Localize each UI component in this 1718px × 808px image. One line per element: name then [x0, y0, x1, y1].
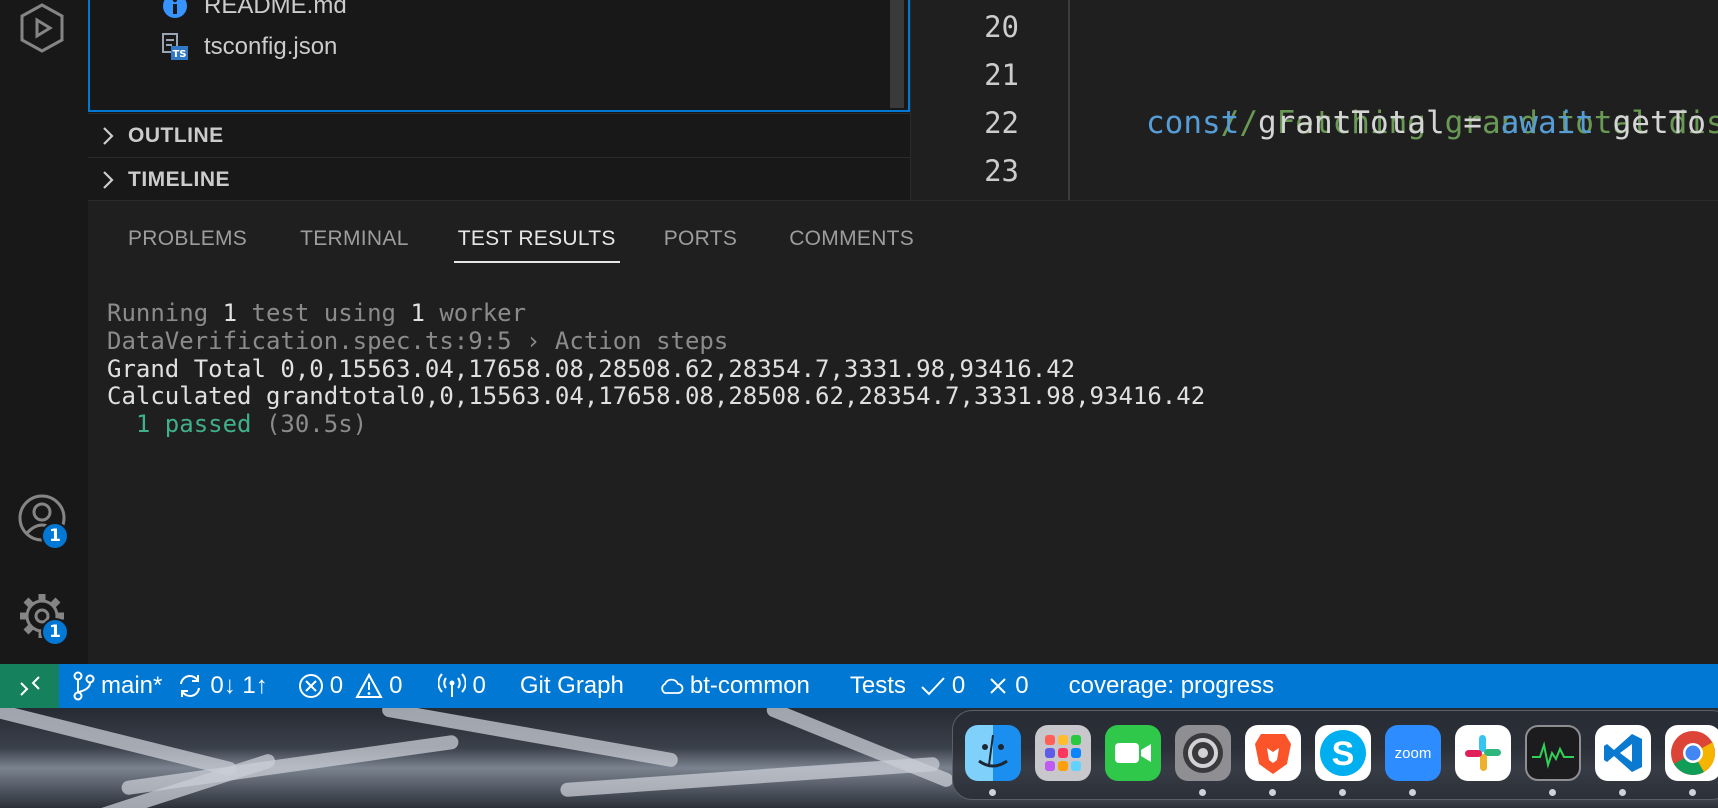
chevron-right-icon [88, 126, 128, 146]
git-graph-button[interactable]: Git Graph [520, 664, 624, 708]
activity-bar: 1 1 [0, 0, 88, 664]
facetime-icon[interactable] [1105, 725, 1161, 781]
zoom-label: zoom [1394, 744, 1432, 762]
tab-comments[interactable]: COMMENTS [785, 201, 918, 277]
line-number: 20 [984, 10, 1019, 44]
code-line-22[interactable]: const grantTotal = await getTo [1146, 99, 1706, 147]
tab-ports[interactable]: PORTS [660, 201, 741, 277]
macos-dock: S zoom [952, 710, 1718, 800]
file-name: tsconfig.json [204, 33, 338, 60]
passed-count: 1 passed [107, 410, 252, 438]
status-bar: main* 0↓ 1↑ 0 0 0 Git Graph bt-common Te… [0, 664, 1718, 708]
outline-label: OUTLINE [128, 123, 224, 147]
line-number: 21 [984, 58, 1019, 92]
line-number: 23 [984, 154, 1019, 188]
branch-name: main* [101, 672, 163, 699]
tab-terminal[interactable]: TERMINAL [296, 201, 413, 277]
tests-status[interactable]: Tests 0 0 [850, 664, 1029, 708]
ports-status[interactable]: 0 [438, 664, 486, 708]
cloud-icon [661, 678, 684, 694]
timeline-section-header[interactable]: TIMELINE [88, 157, 910, 201]
ports-count: 0 [472, 672, 486, 699]
svg-text:TS: TS [172, 49, 186, 60]
ts-config-icon: TS [160, 32, 190, 62]
accounts-icon[interactable]: 1 [14, 490, 70, 550]
output-text: worker [424, 299, 527, 327]
error-icon [298, 674, 323, 698]
remote-explorer-icon[interactable] [14, 0, 70, 56]
code-text: grantTotal = [1239, 105, 1501, 141]
sync-status[interactable]: 0↓ 1↑ [176, 664, 268, 708]
output-line: 1 passed (30.5s) [107, 410, 367, 438]
cloud-label: bt-common [689, 672, 810, 699]
system-settings-icon[interactable] [1175, 725, 1231, 781]
slack-icon[interactable] [1455, 725, 1511, 781]
zoom-icon[interactable]: zoom [1385, 725, 1441, 781]
activity-monitor-icon[interactable] [1525, 725, 1581, 781]
output-text: test using [237, 299, 411, 327]
finder-icon[interactable] [965, 725, 1021, 781]
outline-section-header[interactable]: OUTLINE [88, 113, 910, 157]
file-tree: README.md TS tsconfig.json [88, 0, 910, 112]
output-line: Grand Total 0,0,15563.04,17658.08,28508.… [107, 355, 1076, 383]
info-icon [160, 0, 190, 21]
broadcast-icon [438, 673, 467, 697]
code-keyword: await [1500, 105, 1594, 141]
output-line: Running 1 test using 1 worker [107, 299, 526, 327]
file-name: README.md [204, 0, 347, 19]
accounts-badge: 1 [41, 522, 69, 550]
line-number: 22 [984, 106, 1019, 140]
warning-icon [355, 673, 383, 698]
error-count: 0 [329, 672, 344, 699]
tab-test-results[interactable]: TEST RESULTS [453, 201, 620, 277]
bottom-panel: PROBLEMS TERMINAL TEST RESULTS PORTS COM… [88, 200, 1718, 664]
cloud-status[interactable]: bt-common [658, 664, 810, 708]
settings-gear-icon[interactable]: 1 [14, 588, 70, 646]
skype-icon[interactable]: S [1315, 725, 1371, 781]
explorer-sidebar: README.md TS tsconfig.json OUTLINE TIMEL… [88, 0, 910, 200]
tests-label: Tests [849, 672, 906, 699]
coverage-status[interactable]: coverage: progress [1069, 664, 1274, 708]
git-branch-icon [73, 671, 95, 701]
chrome-icon[interactable] [1665, 725, 1718, 781]
chevron-right-icon [88, 170, 128, 190]
code-keyword: const [1146, 105, 1240, 141]
launchpad-icon[interactable] [1035, 725, 1091, 781]
svg-text:S: S [1332, 735, 1355, 773]
explorer-scrollbar[interactable] [890, 0, 904, 108]
check-icon [921, 677, 945, 696]
code-text: getTo [1593, 105, 1706, 141]
code-line-21[interactable]: // Fetching grand total displa [1146, 51, 1718, 141]
remote-indicator[interactable] [0, 664, 59, 708]
indent-guide [1068, 0, 1070, 200]
sync-counts: 0↓ 1↑ [210, 672, 268, 699]
panel-tabs: PROBLEMS TERMINAL TEST RESULTS PORTS COM… [88, 201, 918, 277]
git-graph-label: Git Graph [519, 672, 624, 699]
tests-failed: 0 [1015, 672, 1029, 699]
sync-icon [180, 675, 201, 697]
code-editor[interactable]: 20 21 22 23 // Fetching grand total disp… [910, 0, 1718, 200]
timeline-label: TIMELINE [128, 167, 230, 191]
remote-icon [19, 676, 40, 696]
problems-status[interactable]: 0 0 [298, 664, 403, 708]
coverage-label: coverage: progress [1068, 672, 1275, 699]
tests-passed: 0 [951, 672, 966, 699]
output-line: DataVerification.spec.ts:9:5 › Action st… [107, 327, 729, 355]
branch-status[interactable]: main* [73, 664, 162, 708]
vscode-icon[interactable] [1595, 725, 1651, 781]
file-item-readme[interactable]: README.md [160, 0, 347, 26]
warning-count: 0 [389, 672, 403, 699]
settings-badge: 1 [41, 618, 69, 646]
brave-icon[interactable] [1245, 725, 1301, 781]
duration: (30.5s) [251, 410, 368, 438]
file-item-tsconfig[interactable]: TS tsconfig.json [160, 27, 337, 67]
output-number: 1 [222, 299, 238, 327]
output-text: Running [107, 299, 223, 327]
tab-problems[interactable]: PROBLEMS [124, 201, 251, 277]
close-icon [990, 678, 1006, 694]
output-number: 1 [410, 299, 425, 327]
output-line: Calculated grandtotal0,0,15563.04,17658.… [107, 382, 1206, 410]
